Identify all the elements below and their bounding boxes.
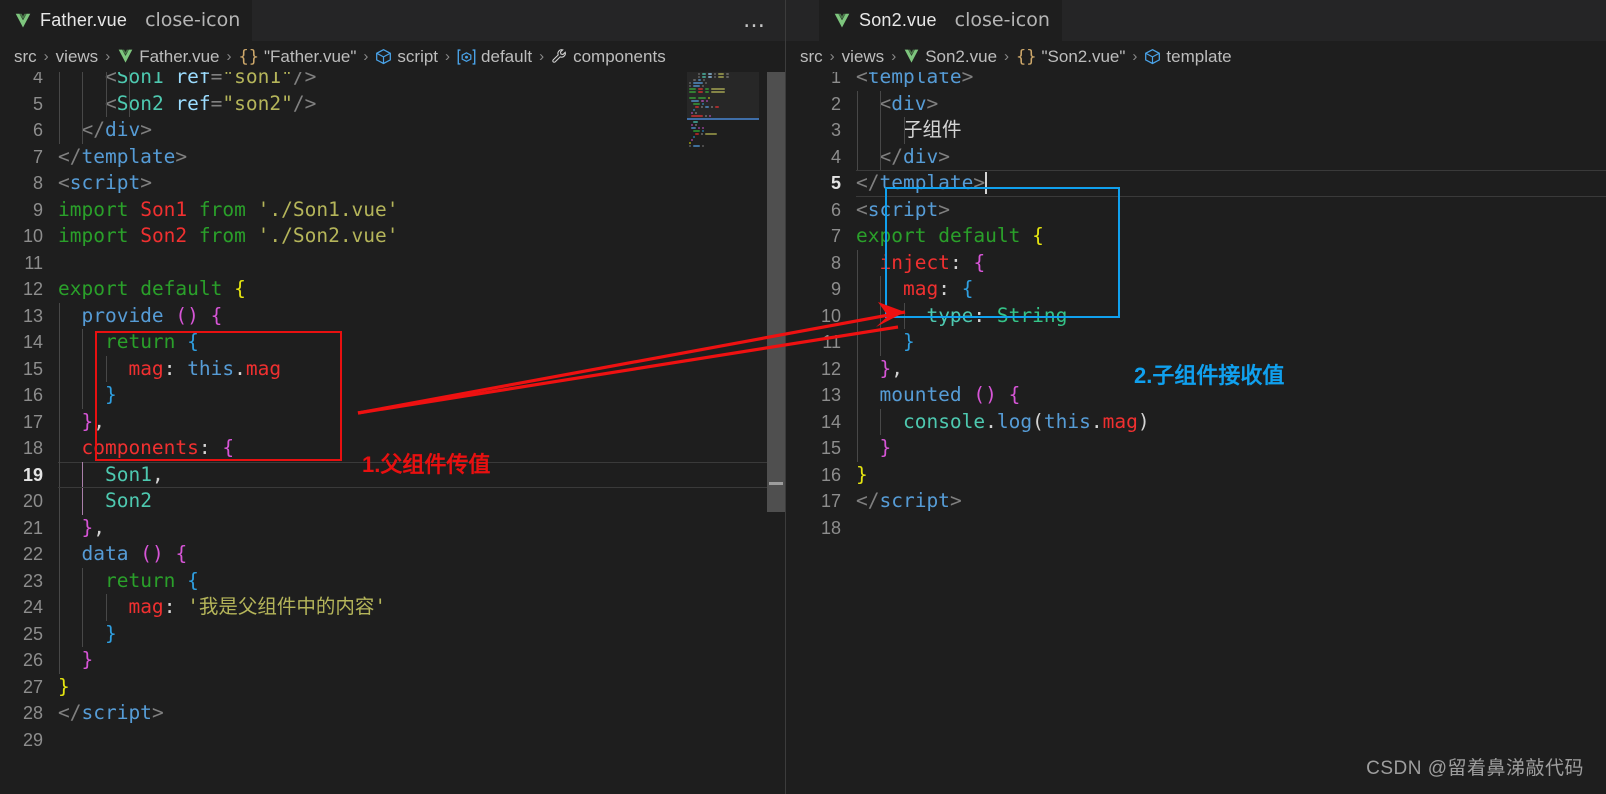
vscode-window: Father.vue close-icon … src › views › Father… [0, 0, 1606, 794]
annotation-arrow [357, 302, 906, 415]
